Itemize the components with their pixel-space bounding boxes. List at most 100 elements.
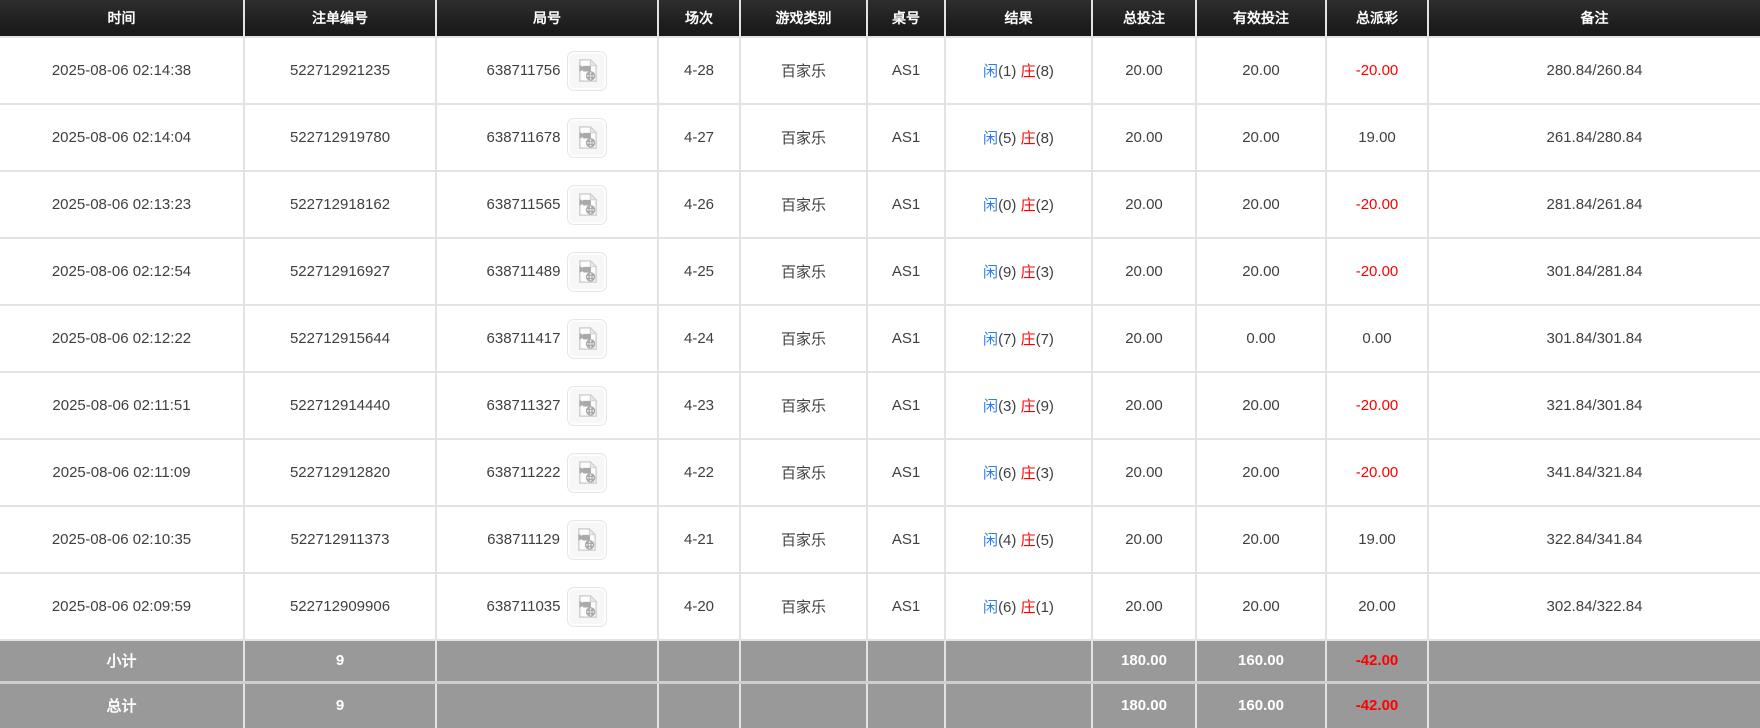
cell-bet-id: 522712914440 <box>244 372 437 440</box>
cell-remark: 301.84/281.84 <box>1428 238 1760 306</box>
cell-total-bet: 20.00 <box>1092 171 1197 239</box>
video-replay-button[interactable] <box>567 117 608 158</box>
bet-record-row: 2025-08-06 02:10:35 522712911373 6387111… <box>0 506 1760 574</box>
cell-round-id: 638711035 <box>486 598 561 615</box>
cell-time: 2025-08-06 02:12:22 <box>0 305 245 373</box>
cell-round: 638711489 <box>436 238 659 306</box>
subtotal-empty-round <box>436 640 659 684</box>
grand-total-payout: -42.00 <box>1326 682 1429 728</box>
cell-game-type: 百家乐 <box>740 37 868 105</box>
cell-payout: -20.00 <box>1326 171 1429 239</box>
video-replay-icon <box>574 258 601 285</box>
cell-game-type: 百家乐 <box>740 439 868 507</box>
result-player-label: 闲 <box>983 197 999 214</box>
video-replay-icon <box>574 593 601 620</box>
result-banker-score: (2) <box>1035 197 1054 214</box>
video-replay-button[interactable] <box>567 452 608 493</box>
result-player-score: (6) <box>998 599 1017 616</box>
subtotal-label: 小计 <box>0 640 245 684</box>
cell-game-type: 百家乐 <box>740 104 868 172</box>
cell-round-id: 638711129 <box>487 531 560 548</box>
cell-session: 4-26 <box>658 171 741 239</box>
result-banker-score: (3) <box>1035 264 1054 281</box>
grand-total-row: 总计 9 180.00 160.00 -42.00 <box>0 682 1760 728</box>
cell-session: 4-23 <box>658 372 741 440</box>
cell-round: 638711327 <box>436 372 659 440</box>
cell-round: 638711678 <box>436 104 659 172</box>
video-replay-button[interactable] <box>567 184 608 225</box>
cell-round-id: 638711565 <box>486 196 561 213</box>
video-replay-button[interactable] <box>567 251 608 292</box>
video-replay-icon <box>574 459 601 486</box>
result-player-label: 闲 <box>983 63 999 80</box>
cell-remark: 281.84/261.84 <box>1428 171 1760 239</box>
result-banker-score: (5) <box>1035 532 1054 549</box>
video-replay-button[interactable] <box>567 318 608 359</box>
video-replay-icon <box>574 191 601 218</box>
cell-result: 闲(7) 庄(7) <box>945 305 1093 373</box>
grand-total-empty-result <box>945 682 1093 728</box>
cell-game-type: 百家乐 <box>740 171 868 239</box>
cell-result: 闲(6) 庄(1) <box>945 573 1093 641</box>
result-banker-score: (7) <box>1035 331 1054 348</box>
video-replay-button[interactable] <box>567 385 608 426</box>
cell-bet-id: 522712911373 <box>244 506 437 574</box>
cell-bet-id: 522712921235 <box>244 37 437 105</box>
cell-session: 4-28 <box>658 37 741 105</box>
result-player-score: (0) <box>998 197 1017 214</box>
result-banker-label: 庄 <box>1020 532 1036 549</box>
cell-valid-bet: 0.00 <box>1196 305 1327 373</box>
cell-round: 638711129 <box>436 506 659 574</box>
cell-payout: -20.00 <box>1326 372 1429 440</box>
cell-valid-bet: 20.00 <box>1196 439 1327 507</box>
cell-round-id: 638711327 <box>486 397 561 414</box>
cell-table-no: AS1 <box>867 506 946 574</box>
video-replay-button[interactable] <box>567 50 608 91</box>
video-replay-button[interactable] <box>566 519 607 560</box>
cell-valid-bet: 20.00 <box>1196 171 1327 239</box>
cell-time: 2025-08-06 02:14:04 <box>0 104 245 172</box>
result-player-score: (1) <box>998 63 1017 80</box>
cell-session: 4-25 <box>658 238 741 306</box>
cell-remark: 341.84/321.84 <box>1428 439 1760 507</box>
video-replay-button[interactable] <box>567 586 608 627</box>
cell-game-type: 百家乐 <box>740 305 868 373</box>
grand-total-count: 9 <box>244 682 437 728</box>
col-header-table-no: 桌号 <box>867 0 946 38</box>
cell-round: 638711417 <box>436 305 659 373</box>
video-replay-icon <box>574 57 601 84</box>
cell-remark: 321.84/301.84 <box>1428 372 1760 440</box>
cell-result: 闲(9) 庄(3) <box>945 238 1093 306</box>
bet-record-row: 2025-08-06 02:13:23 522712918162 6387115… <box>0 171 1760 239</box>
cell-result: 闲(6) 庄(3) <box>945 439 1093 507</box>
cell-total-bet: 20.00 <box>1092 573 1197 641</box>
col-header-bet-id: 注单编号 <box>244 0 437 38</box>
bet-record-row: 2025-08-06 02:09:59 522712909906 6387110… <box>0 573 1760 641</box>
cell-round-id: 638711489 <box>486 263 561 280</box>
result-banker-score: (1) <box>1035 599 1054 616</box>
result-banker-label: 庄 <box>1020 398 1036 415</box>
cell-game-type: 百家乐 <box>740 238 868 306</box>
cell-total-bet: 20.00 <box>1092 238 1197 306</box>
bet-record-row: 2025-08-06 02:11:09 522712912820 6387112… <box>0 439 1760 507</box>
result-banker-label: 庄 <box>1020 130 1036 147</box>
cell-payout: -20.00 <box>1326 439 1429 507</box>
col-header-game-type: 游戏类别 <box>740 0 868 38</box>
cell-bet-id: 522712918162 <box>244 171 437 239</box>
cell-remark: 261.84/280.84 <box>1428 104 1760 172</box>
result-player-score: (3) <box>998 398 1017 415</box>
cell-round: 638711035 <box>436 573 659 641</box>
subtotal-empty-game <box>740 640 868 684</box>
cell-session: 4-21 <box>658 506 741 574</box>
result-banker-label: 庄 <box>1020 63 1036 80</box>
result-player-label: 闲 <box>983 130 999 147</box>
cell-round: 638711756 <box>436 37 659 105</box>
subtotal-empty-result <box>945 640 1093 684</box>
result-banker-score: (8) <box>1035 130 1054 147</box>
subtotal-payout: -42.00 <box>1326 640 1429 684</box>
bet-record-row: 2025-08-06 02:14:38 522712921235 6387117… <box>0 37 1760 105</box>
grand-total-total-bet: 180.00 <box>1092 682 1197 728</box>
cell-payout: 0.00 <box>1326 305 1429 373</box>
cell-result: 闲(1) 庄(8) <box>945 37 1093 105</box>
result-player-label: 闲 <box>983 532 999 549</box>
